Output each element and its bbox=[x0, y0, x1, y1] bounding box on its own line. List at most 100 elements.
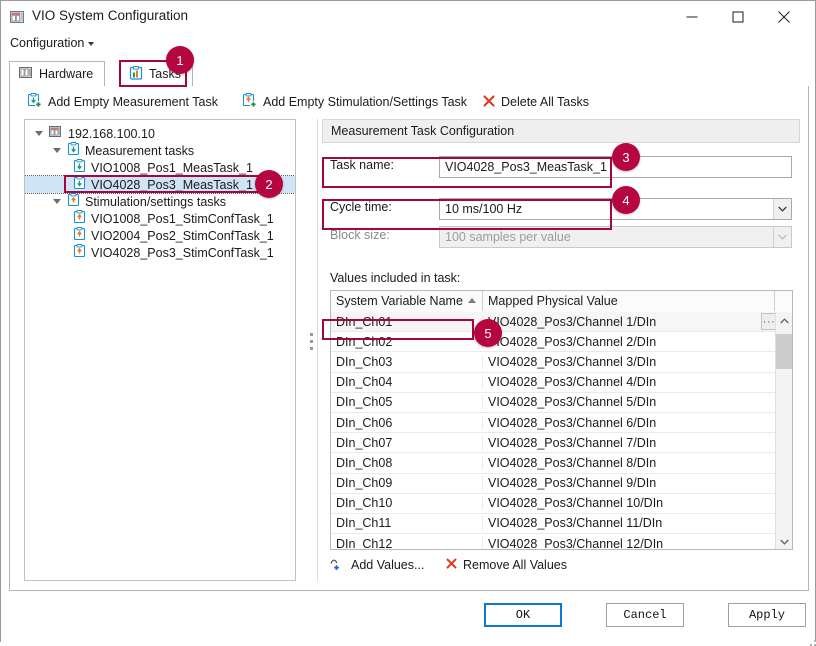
table-row[interactable]: DIn_Ch02 VIO4028_Pos3/Channel 2/DIn bbox=[331, 332, 777, 353]
values-included-label: Values included in task: bbox=[330, 271, 461, 285]
cell-mapped-physical-value: VIO4028_Pos3/Channel 1/DIn bbox=[488, 314, 657, 329]
table-row[interactable]: DIn_Ch06 VIO4028_Pos3/Channel 6/DIn bbox=[331, 413, 777, 434]
block-size-label: Block size: bbox=[330, 228, 390, 242]
cell-mapped-physical-value: VIO4028_Pos3/Channel 8/DIn bbox=[488, 455, 657, 470]
cycle-time-chevron-down-icon[interactable] bbox=[773, 199, 791, 219]
scroll-down-icon[interactable] bbox=[776, 533, 792, 549]
values-table-scrollbar[interactable] bbox=[775, 312, 792, 549]
cell-system-variable-name: DIn_Ch06 bbox=[331, 415, 483, 430]
expander-open-icon[interactable] bbox=[35, 131, 43, 136]
table-row[interactable]: DIn_Ch09 VIO4028_Pos3/Channel 9/DIn bbox=[331, 474, 777, 494]
cell-mapped-physical-value: VIO4028_Pos3/Channel 12/DIn bbox=[488, 536, 664, 550]
title-bar: VIO System Configuration bbox=[1, 1, 815, 34]
cycle-time-label: Cycle time: bbox=[330, 200, 392, 214]
scroll-up-icon[interactable] bbox=[776, 312, 792, 329]
cell-system-variable-name: DIn_Ch11 bbox=[331, 516, 483, 531]
task-name-row: Task name: VIO4028_Pos3_MeasTask_1 bbox=[318, 156, 796, 178]
callout-badge-3: 3 bbox=[612, 143, 640, 171]
close-icon[interactable] bbox=[761, 1, 807, 32]
table-row[interactable]: DIn_Ch10 VIO4028_Pos3/Channel 10/DIn bbox=[331, 494, 777, 514]
add-empty-stimulation-task-button[interactable]: Add Empty Stimulation/Settings Task bbox=[242, 92, 467, 112]
table-row[interactable]: DIn_Ch01 VIO4028_Pos3/Channel 1/DIn bbox=[331, 312, 777, 333]
table-row[interactable]: DIn_Ch11 VIO4028_Pos3/Channel 11/DIn bbox=[331, 514, 777, 535]
stimulation-task-icon bbox=[73, 244, 86, 261]
stimulation-folder-icon bbox=[67, 193, 80, 210]
measurement-task-configuration-panel: Measurement Task Configuration Task name… bbox=[318, 119, 800, 581]
add-values-label: Add Values... bbox=[351, 558, 425, 572]
stimulation-task-icon bbox=[73, 227, 86, 244]
tree-item-vio4028-stimconftask[interactable]: VIO4028_Pos3_StimConfTask_1 bbox=[25, 244, 295, 261]
block-size-combobox: 100 samples per value bbox=[439, 226, 792, 248]
tree-group-measurement-tasks-label: Measurement tasks bbox=[85, 143, 195, 158]
column-header-system-variable-name-label: System Variable Name bbox=[336, 294, 463, 308]
task-name-label: Task name: bbox=[330, 158, 394, 172]
add-empty-measurement-task-button[interactable]: Add Empty Measurement Task bbox=[27, 92, 218, 112]
add-empty-measurement-task-label: Add Empty Measurement Task bbox=[48, 95, 218, 109]
tree-item-root-label: 192.168.100.10 bbox=[68, 126, 155, 141]
callout-badge-1: 1 bbox=[166, 46, 194, 74]
tree-item-vio1008-stimconftask[interactable]: VIO1008_Pos1_StimConfTask_1 bbox=[25, 210, 295, 227]
tasks-clipboard-icon bbox=[129, 65, 143, 83]
tab-strip: Hardware Tasks bbox=[9, 61, 809, 87]
callout-badge-2: 2 bbox=[255, 170, 283, 198]
tree-item-root[interactable]: 192.168.100.10 bbox=[25, 125, 295, 142]
tree-group-measurement-tasks[interactable]: Measurement tasks bbox=[25, 142, 295, 159]
tree-group-stimulation-tasks-label: Stimulation/settings tasks bbox=[85, 194, 227, 209]
delete-x-icon bbox=[483, 94, 495, 110]
scrollbar-thumb[interactable] bbox=[776, 334, 792, 369]
table-row[interactable]: DIn_Ch04 VIO4028_Pos3/Channel 4/DIn bbox=[331, 373, 777, 393]
values-table[interactable]: System Variable Name Mapped Physical Val… bbox=[330, 290, 793, 550]
values-table-body[interactable]: DIn_Ch01 VIO4028_Pos3/Channel 1/DIn DIn_… bbox=[331, 312, 777, 550]
add-values-button[interactable]: Add Values... bbox=[330, 556, 424, 574]
column-header-mapped-physical-value[interactable]: Mapped Physical Value bbox=[483, 291, 775, 311]
minimize-icon[interactable] bbox=[669, 1, 715, 32]
cell-mapped-physical-value: VIO4028_Pos3/Channel 7/DIn bbox=[488, 435, 657, 450]
cell-system-variable-name: DIn_Ch03 bbox=[331, 354, 483, 369]
cell-system-variable-name: DIn_Ch04 bbox=[331, 375, 483, 390]
cancel-button[interactable]: Cancel bbox=[606, 603, 684, 627]
table-row[interactable]: DIn_Ch03 VIO4028_Pos3/Channel 3/DIn bbox=[331, 352, 777, 373]
tree-item-vio4028-stimconftask-label: VIO4028_Pos3_StimConfTask_1 bbox=[91, 245, 274, 260]
column-header-system-variable-name[interactable]: System Variable Name bbox=[331, 291, 483, 311]
block-size-row: Block size: 100 samples per value bbox=[318, 226, 796, 248]
remove-x-icon bbox=[446, 558, 457, 572]
expander-open-icon[interactable] bbox=[53, 148, 61, 153]
cell-system-variable-name: DIn_Ch08 bbox=[331, 455, 483, 470]
tab-hardware[interactable]: Hardware bbox=[9, 61, 106, 86]
tree-item-vio1008-meastask[interactable]: VIO1008_Pos1_MeasTask_1 bbox=[25, 159, 295, 176]
cell-system-variable-name: DIn_Ch01 bbox=[331, 314, 483, 329]
dialog-button-bar: OK Cancel Apply Help bbox=[1, 598, 816, 646]
menu-item-configuration[interactable]: Configuration bbox=[10, 36, 95, 50]
add-empty-stimulation-task-label: Add Empty Stimulation/Settings Task bbox=[263, 95, 468, 109]
tree-group-stimulation-tasks[interactable]: Stimulation/settings tasks bbox=[25, 193, 295, 210]
cell-system-variable-name: DIn_Ch07 bbox=[331, 435, 483, 450]
apply-button[interactable]: Apply bbox=[728, 603, 806, 627]
tree-item-vio2004-stimconftask[interactable]: VIO2004_Pos2_StimConfTask_1 bbox=[25, 227, 295, 244]
ok-button[interactable]: OK bbox=[484, 603, 562, 627]
add-stimulation-task-icon bbox=[242, 93, 257, 111]
panel-splitter[interactable] bbox=[306, 119, 318, 581]
add-measurement-task-icon bbox=[27, 93, 42, 111]
tree-item-vio1008-stimconftask-label: VIO1008_Pos1_StimConfTask_1 bbox=[91, 211, 274, 226]
remove-all-values-label: Remove All Values bbox=[463, 558, 567, 572]
cycle-time-row: Cycle time: 10 ms/100 Hz bbox=[318, 198, 796, 220]
table-row[interactable]: DIn_Ch12 VIO4028_Pos3/Channel 12/DIn bbox=[331, 534, 777, 550]
hardware-module-icon bbox=[19, 66, 33, 82]
remove-all-values-button[interactable]: Remove All Values bbox=[446, 556, 567, 574]
device-icon bbox=[49, 126, 63, 141]
cell-mapped-physical-value: VIO4028_Pos3/Channel 3/DIn bbox=[488, 354, 657, 369]
block-size-chevron-down-icon bbox=[773, 227, 791, 247]
tree-item-vio4028-meastask-label: VIO4028_Pos3_MeasTask_1 bbox=[91, 177, 253, 192]
cell-system-variable-name: DIn_Ch12 bbox=[331, 536, 483, 549]
measurement-folder-icon bbox=[67, 142, 80, 159]
table-row[interactable]: DIn_Ch05 VIO4028_Pos3/Channel 5/DIn bbox=[331, 393, 777, 413]
cell-mapped-physical-value: VIO4028_Pos3/Channel 6/DIn bbox=[488, 415, 657, 430]
vio-device-icon bbox=[10, 10, 25, 25]
table-row[interactable]: DIn_Ch08 VIO4028_Pos3/Channel 8/DIn bbox=[331, 453, 777, 474]
table-row[interactable]: DIn_Ch07 VIO4028_Pos3/Channel 7/DIn bbox=[331, 433, 777, 454]
delete-all-tasks-button[interactable]: Delete All Tasks bbox=[483, 92, 589, 112]
expander-open-icon[interactable] bbox=[53, 199, 61, 204]
tab-content-panel: Add Empty Measurement Task Add Empty Sti… bbox=[9, 86, 809, 591]
values-table-header: System Variable Name Mapped Physical Val… bbox=[331, 291, 792, 313]
maximize-icon[interactable] bbox=[715, 1, 761, 32]
